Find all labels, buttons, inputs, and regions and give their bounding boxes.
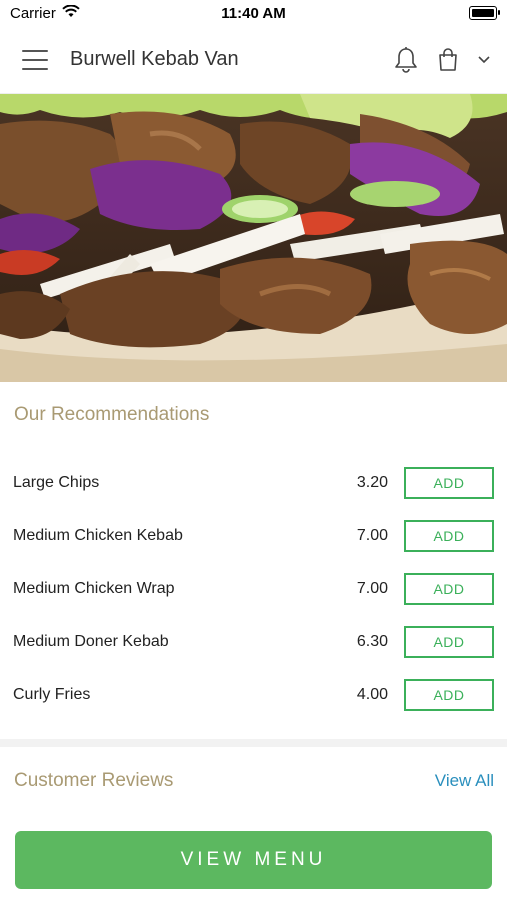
add-button[interactable]: ADD <box>404 572 494 605</box>
add-button[interactable]: ADD <box>404 678 494 711</box>
list-item: Medium Chicken Wrap 7.00 ADD <box>0 562 507 615</box>
item-name: Curly Fries <box>13 685 91 703</box>
bell-icon[interactable] <box>393 46 419 74</box>
wifi-icon <box>62 4 80 22</box>
battery-icon <box>469 6 500 20</box>
shopping-bag-icon[interactable] <box>437 47 459 72</box>
item-name: Large Chips <box>13 473 100 491</box>
item-price: 7.00 <box>356 579 388 597</box>
list-item: Medium Doner Kebab 6.30 ADD <box>0 615 507 668</box>
menu-icon[interactable] <box>22 49 48 70</box>
status-bar: Carrier 11:40 AM <box>0 0 507 26</box>
kebab-illustration <box>0 94 507 382</box>
view-all-link[interactable]: View All <box>435 771 494 791</box>
item-name: Medium Doner Kebab <box>13 632 169 650</box>
status-left: Carrier <box>10 4 80 22</box>
hero-food-image <box>0 94 507 382</box>
list-item: Large Chips 3.20 ADD <box>0 456 507 509</box>
reviews-title: Customer Reviews <box>14 770 174 791</box>
add-button[interactable]: ADD <box>404 466 494 499</box>
view-menu-button[interactable]: VIEW MENU <box>15 831 492 889</box>
chevron-down-icon[interactable] <box>477 55 491 65</box>
add-button[interactable]: ADD <box>404 625 494 658</box>
item-price: 6.30 <box>356 632 388 650</box>
list-item: Medium Chicken Kebab 7.00 ADD <box>0 509 507 562</box>
list-item: Curly Fries 4.00 ADD <box>0 668 507 721</box>
carrier-label: Carrier <box>10 4 56 22</box>
section-divider <box>0 739 507 747</box>
header-actions <box>393 46 491 74</box>
item-price: 4.00 <box>356 685 388 703</box>
add-button[interactable]: ADD <box>404 519 494 552</box>
page-title: Burwell Kebab Van <box>70 48 239 70</box>
item-name: Medium Chicken Kebab <box>13 526 183 544</box>
reviews-header: Customer Reviews View All <box>14 770 494 792</box>
item-price: 7.00 <box>356 526 388 544</box>
item-price: 3.20 <box>356 473 388 491</box>
app-header: Burwell Kebab Van <box>0 26 507 94</box>
recommendations-title: Our Recommendations <box>14 404 210 425</box>
item-name: Medium Chicken Wrap <box>13 579 175 597</box>
recommendations-list: Large Chips 3.20 ADD Medium Chicken Keba… <box>0 456 507 721</box>
